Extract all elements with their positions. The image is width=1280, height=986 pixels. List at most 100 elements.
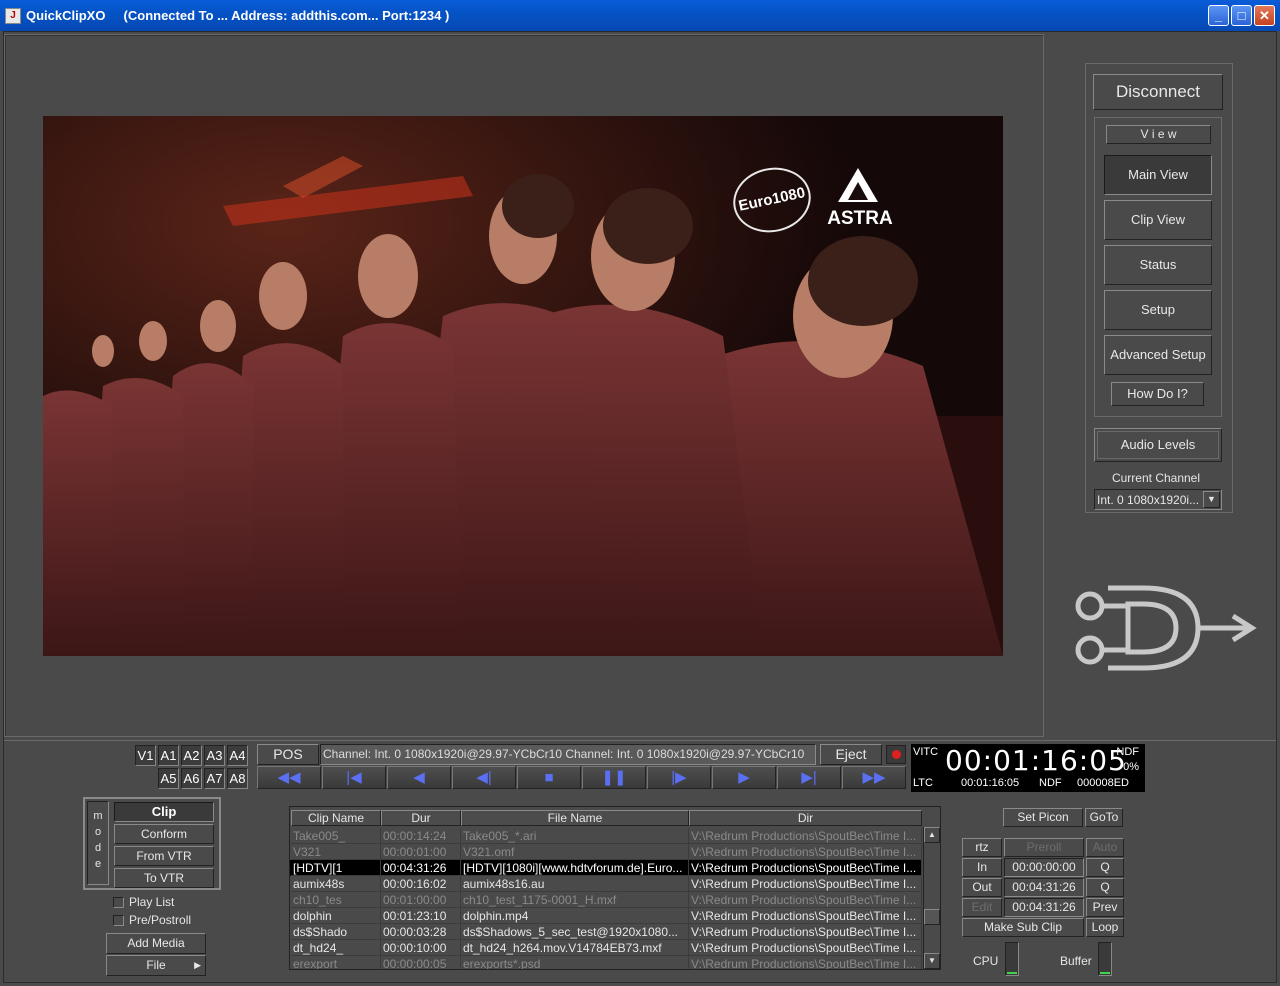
pre-postroll-checkbox[interactable] <box>113 915 124 926</box>
app-logo-icon <box>1068 582 1258 674</box>
mode-letter-d: d <box>94 842 102 854</box>
clip-view-button[interactable]: Clip View <box>1104 200 1212 240</box>
play-button[interactable]: ▶ <box>712 766 776 789</box>
column-header-dur[interactable]: Dur <box>381 810 461 826</box>
skip-to-start-button[interactable]: |◀ <box>322 766 386 789</box>
fast-forward-button[interactable]: ▶▶ <box>842 766 906 789</box>
track-a7[interactable]: A7 <box>204 768 225 789</box>
rewind-button[interactable]: ◀◀ <box>257 766 321 789</box>
cell-dir: V:\Redrum Productions\SpoutBec\Time I... <box>689 940 922 956</box>
cell-clip: ds$Shado <box>291 924 381 940</box>
table-row[interactable]: aumix48s 00:00:16:02 aumix48s16.au V:\Redru… <box>290 876 922 892</box>
clip-table-scrollbar[interactable]: ▲ ▼ <box>923 827 940 969</box>
pos-button[interactable]: POS <box>257 744 319 765</box>
window-title: QuickClipXO (Connected To ... Address: a… <box>26 8 449 23</box>
cell-dur: 00:00:03:28 <box>381 924 461 940</box>
back-icon: ◀| <box>476 769 492 786</box>
make-sub-clip-button[interactable]: Make Sub Clip <box>962 918 1084 937</box>
pause-button[interactable]: ❚❚ <box>582 766 646 789</box>
view-group-label: V i e w <box>1106 125 1211 144</box>
astra-logo-icon <box>833 166 883 206</box>
track-a2[interactable]: A2 <box>181 745 202 766</box>
cpu-label: CPU <box>973 954 999 968</box>
loop-button[interactable]: Loop <box>1086 918 1124 937</box>
column-header-dir[interactable]: Dir <box>689 810 922 826</box>
track-a5[interactable]: A5 <box>158 768 179 789</box>
step-back-button[interactable]: ◀ <box>387 766 451 789</box>
fast-forward-icon: ▶▶ <box>862 769 886 786</box>
cell-dur: 00:00:00:05 <box>381 956 461 969</box>
add-media-button[interactable]: Add Media <box>106 933 206 954</box>
goto-button[interactable]: GoTo <box>1085 808 1123 827</box>
java-app-icon: J <box>5 8 21 24</box>
in-point-field[interactable]: 00:00:00:00 <box>1004 858 1084 877</box>
table-row[interactable]: dolphin 00:01:23:10 dolphin.mp4 V:\Redrum P… <box>290 908 922 924</box>
out-button[interactable]: Out <box>962 878 1002 897</box>
cell-dir: V:\Redrum Productions\SpoutBec\Time I... <box>689 892 922 908</box>
table-row[interactable]: erexport 00:00:00:05 erexports*.psd V:\Redr… <box>290 956 922 969</box>
track-v1[interactable]: V1 <box>135 745 156 766</box>
cell-file: aumix48s16.au <box>461 876 689 892</box>
in-button[interactable]: In <box>962 858 1002 877</box>
track-a4[interactable]: A4 <box>227 745 248 766</box>
table-row[interactable]: [HDTV][1 00:04:31:26 [HDTV][1080i][www.hdt… <box>290 860 922 876</box>
mode-clip-button[interactable]: Clip <box>114 802 214 822</box>
in-q-button[interactable]: Q <box>1086 858 1124 877</box>
clip-table[interactable]: Clip Name Dur File Name Dir Take005_ 00:0… <box>289 806 941 970</box>
stop-button[interactable]: ■ <box>517 766 581 789</box>
column-header-clip-name[interactable]: Clip Name <box>291 810 381 826</box>
how-do-i-button[interactable]: How Do I? <box>1111 382 1204 406</box>
minimize-button[interactable]: _ <box>1208 5 1229 26</box>
cell-clip: [HDTV][1 <box>291 860 381 876</box>
setup-button[interactable]: Setup <box>1104 290 1212 330</box>
cpu-meter-fill <box>1007 972 1017 974</box>
track-a6[interactable]: A6 <box>181 768 202 789</box>
table-row[interactable]: dt_hd24_ 00:00:10:00 dt_hd24_h264.mov.V147… <box>290 940 922 956</box>
cell-file: dolphin.mp4 <box>461 908 689 924</box>
status-button[interactable]: Status <box>1104 245 1212 285</box>
duration-field[interactable]: 00:04:31:26 <box>1004 898 1084 917</box>
out-q-button[interactable]: Q <box>1086 878 1124 897</box>
prev-button[interactable]: Prev <box>1086 898 1124 917</box>
mode-conform-button[interactable]: Conform <box>114 824 214 844</box>
main-view-button[interactable]: Main View <box>1104 155 1212 195</box>
forward-button[interactable]: |▶ <box>647 766 711 789</box>
disconnect-button[interactable]: Disconnect <box>1093 74 1223 110</box>
cell-dur: 00:04:31:26 <box>381 860 461 876</box>
track-a8[interactable]: A8 <box>227 768 248 789</box>
skip-to-end-button[interactable]: ▶| <box>777 766 841 789</box>
preroll-button: Preroll <box>1004 838 1084 857</box>
cell-file: dt_hd24_h264.mov.V14784EB73.mxf <box>461 940 689 956</box>
mode-letter-e: e <box>94 858 102 870</box>
play-list-checkbox[interactable] <box>113 897 124 908</box>
audio-levels-button[interactable]: Audio Levels <box>1094 428 1222 462</box>
back-button[interactable]: ◀| <box>452 766 516 789</box>
table-row[interactable]: Take005_ 00:00:14:24 Take005_*.ari V:\Redru… <box>290 828 922 844</box>
column-header-file-name[interactable]: File Name <box>461 810 689 826</box>
scroll-up-icon[interactable]: ▲ <box>924 827 940 843</box>
scroll-thumb[interactable] <box>924 909 940 925</box>
close-button[interactable]: ✕ <box>1254 5 1275 26</box>
track-a3[interactable]: A3 <box>204 745 225 766</box>
chevron-down-icon[interactable]: ▼ <box>1203 491 1220 508</box>
maximize-button[interactable]: □ <box>1231 5 1252 26</box>
hex-value: 000008ED <box>1077 777 1129 789</box>
scroll-down-icon[interactable]: ▼ <box>924 953 940 969</box>
eject-button[interactable]: Eject <box>820 744 882 765</box>
cell-clip: V321 <box>291 844 381 860</box>
mode-to-vtr-button[interactable]: To VTR <box>114 868 214 888</box>
rtz-button[interactable]: rtz <box>962 838 1002 857</box>
mode-from-vtr-button[interactable]: From VTR <box>114 846 214 866</box>
track-a1[interactable]: A1 <box>158 745 179 766</box>
set-picon-button[interactable]: Set Picon <box>1003 808 1083 827</box>
file-menu-button[interactable]: File ▶ <box>106 955 206 976</box>
advanced-setup-button[interactable]: Advanced Setup <box>1104 335 1212 375</box>
out-point-field[interactable]: 00:04:31:26 <box>1004 878 1084 897</box>
play-icon: ▶ <box>738 769 750 786</box>
record-button[interactable] <box>886 745 906 764</box>
play-list-label: Play List <box>129 895 175 909</box>
table-row[interactable]: V321 00:00:01:00 V321.omf V:\Redrum Product… <box>290 844 922 860</box>
current-channel-select[interactable]: Int. 0 1080x1920i... ▼ <box>1094 489 1222 510</box>
table-row[interactable]: ds$Shado 00:00:03:28 ds$Shadows_5_sec_test… <box>290 924 922 940</box>
table-row[interactable]: ch10_tes 00:01:00:00 ch10_test_1175-0001_H… <box>290 892 922 908</box>
